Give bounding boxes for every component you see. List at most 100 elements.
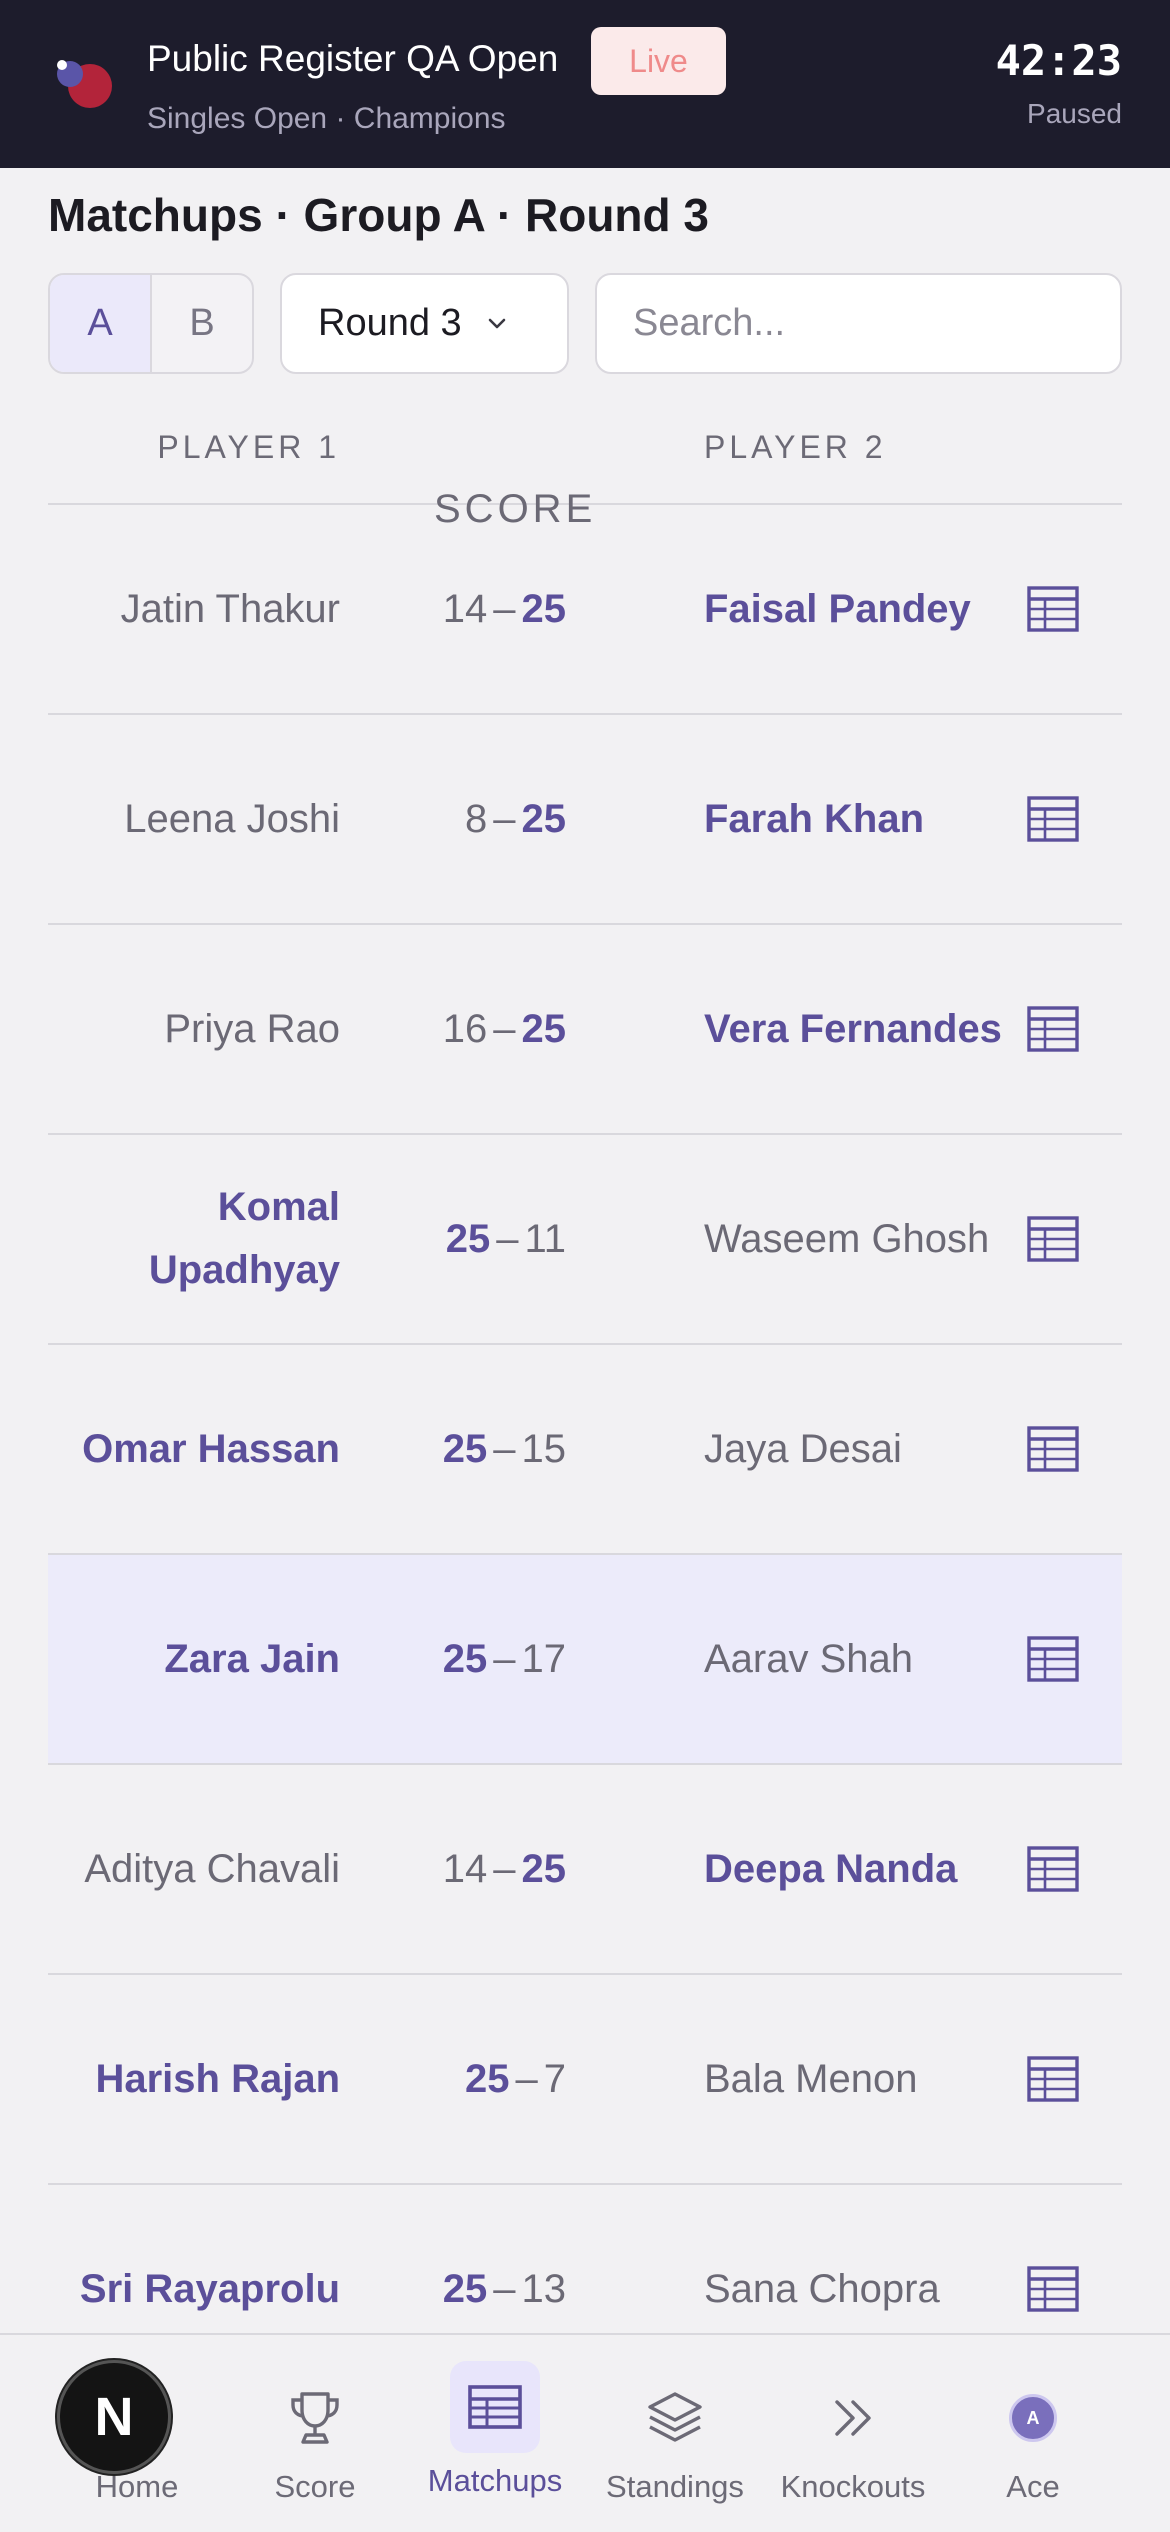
player1-name: Aditya Chavali — [84, 1846, 340, 1891]
match-score: 16–25 — [443, 925, 566, 1133]
table-icon[interactable] — [1026, 1844, 1080, 1894]
matchup-row[interactable]: Priya Rao 16–25 Vera Fernandes — [48, 925, 1122, 1135]
nav-standings[interactable]: Standings — [598, 2335, 752, 2532]
avatar: A — [1009, 2394, 1057, 2442]
score-player1: 25 — [442, 1636, 488, 1681]
event-subtitle: Singles Open · Champions — [147, 102, 506, 135]
score-player2: 25 — [521, 1006, 567, 1051]
table-icon[interactable] — [1026, 584, 1080, 634]
n-logo-icon[interactable]: N — [57, 2360, 171, 2474]
score-player2: 17 — [521, 1636, 567, 1681]
match-score: 14–25 — [443, 505, 566, 713]
live-badge: Live — [591, 27, 726, 95]
player2-name: Vera Fernandes — [704, 1006, 1002, 1051]
matchup-row[interactable]: Harish Rajan 25–7 Bala Menon — [48, 1975, 1122, 2185]
score-player2: 13 — [521, 2266, 567, 2311]
score-separator: – — [496, 1216, 519, 1261]
player1-name: Zara Jain — [164, 1636, 340, 1681]
table-icon[interactable] — [1026, 1634, 1080, 1684]
table-icon[interactable] — [1026, 2264, 1080, 2314]
score-separator: – — [493, 1846, 516, 1891]
score-separator: – — [493, 1006, 516, 1051]
double-chevron-icon — [809, 2383, 897, 2453]
score-player1: 25 — [442, 2266, 488, 2311]
score-player2: 15 — [521, 1426, 567, 1471]
nav-label: Standings — [606, 2469, 744, 2504]
matchup-row[interactable]: Zara Jain 25–17 Aarav Shah — [48, 1555, 1122, 1765]
match-score: 25–15 — [443, 1345, 566, 1553]
score-player1: 25 — [442, 1426, 488, 1471]
player2-name: Bala Menon — [704, 2056, 918, 2101]
player2-name: Deepa Nanda — [704, 1846, 958, 1891]
bottom-nav: Home Score Matchups Standings Knockouts … — [0, 2333, 1170, 2532]
player2-name: Farah Khan — [704, 796, 925, 841]
match-score: 25–17 — [443, 1555, 566, 1763]
matchup-row[interactable]: Aditya Chavali 14–25 Deepa Nanda — [48, 1765, 1122, 1975]
round-select[interactable]: Round 3 — [280, 273, 569, 374]
nav-score[interactable]: Score — [260, 2335, 370, 2532]
timer-status: Paused — [1027, 98, 1122, 129]
matchup-list: Jatin Thakur 14–25 Faisal Pandey Leena Josh… — [48, 505, 1122, 2395]
group-option-b[interactable]: B — [152, 275, 252, 372]
table-icon[interactable] — [1026, 1424, 1080, 1474]
score-separator: – — [493, 796, 516, 841]
score-player1: 16 — [442, 1006, 488, 1051]
ping-pong-logo-icon — [57, 60, 112, 108]
player1-name: Omar Hassan — [82, 1426, 340, 1471]
match-timer[interactable]: 42:23 — [996, 36, 1122, 85]
player2-name: Aarav Shah — [704, 1636, 914, 1681]
table-icon[interactable] — [1026, 794, 1080, 844]
table-icon[interactable] — [1026, 2054, 1080, 2104]
player1-name: Harish Rajan — [95, 2056, 340, 2101]
score-separator: – — [493, 586, 516, 631]
nav-label: Knockouts — [780, 2469, 926, 2504]
score-separator: – — [515, 2056, 538, 2101]
player1-name: Priya Rao — [164, 1006, 340, 1051]
score-player1: 25 — [445, 1216, 491, 1261]
score-player2: 11 — [524, 1216, 566, 1261]
score-player2: 25 — [521, 586, 567, 631]
match-score: 25–7 — [465, 1975, 566, 2183]
table-icon[interactable] — [1026, 1004, 1080, 1054]
matchup-row[interactable]: Leena Joshi 8–25 Farah Khan — [48, 715, 1122, 925]
score-player2: 25 — [521, 796, 567, 841]
match-score: 25–11 — [446, 1135, 566, 1343]
header-player1: PLAYER 1 — [157, 429, 340, 465]
score-separator: – — [493, 2266, 516, 2311]
layers-icon — [631, 2383, 719, 2453]
nav-knockouts[interactable]: Knockouts — [776, 2335, 930, 2532]
header-player2: PLAYER 2 — [704, 429, 887, 465]
matchup-row[interactable]: Komal Upadhyay 25–11 Waseem Ghosh — [48, 1135, 1122, 1345]
event-title: Public Register QA Open — [147, 38, 559, 79]
matchup-row[interactable]: Jatin Thakur 14–25 Faisal Pandey — [48, 505, 1122, 715]
score-separator: – — [493, 1636, 516, 1681]
group-option-a[interactable]: A — [50, 275, 152, 372]
score-player2: 25 — [521, 1846, 567, 1891]
search-input[interactable] — [595, 273, 1122, 374]
nav-matchups[interactable]: Matchups — [420, 2335, 570, 2532]
player1-name: Leena Joshi — [124, 796, 340, 841]
avatar-icon: A — [989, 2383, 1077, 2453]
score-player2: 7 — [543, 2056, 566, 2101]
player2-name: Waseem Ghosh — [704, 1216, 990, 1261]
nav-label: Matchups — [427, 2463, 563, 2498]
group-toggle: A B — [48, 273, 254, 374]
player2-name: Jaya Desai — [704, 1426, 902, 1471]
page-title: Matchups · Group A · Round 3 — [48, 189, 709, 241]
score-player1: 14 — [442, 586, 488, 631]
score-player1: 25 — [465, 2056, 510, 2101]
round-select-value: Round 3 — [318, 302, 462, 344]
nav-label: Home — [95, 2469, 179, 2504]
trophy-icon — [271, 2383, 359, 2453]
nav-label: Score — [274, 2469, 356, 2504]
player2-name: Faisal Pandey — [704, 586, 971, 631]
table-icon[interactable] — [1026, 1214, 1080, 1264]
score-separator: – — [493, 1426, 516, 1471]
matchup-row[interactable]: Omar Hassan 25–15 Jaya Desai — [48, 1345, 1122, 1555]
player1-name: Jatin Thakur — [120, 586, 340, 631]
table-header: PLAYER 1 SCORE PLAYER 2 — [48, 405, 1122, 531]
match-score: 8–25 — [465, 715, 566, 923]
chevron-down-icon — [488, 318, 505, 328]
nav-ace[interactable]: A Ace — [978, 2335, 1088, 2532]
score-player1: 8 — [465, 796, 488, 841]
